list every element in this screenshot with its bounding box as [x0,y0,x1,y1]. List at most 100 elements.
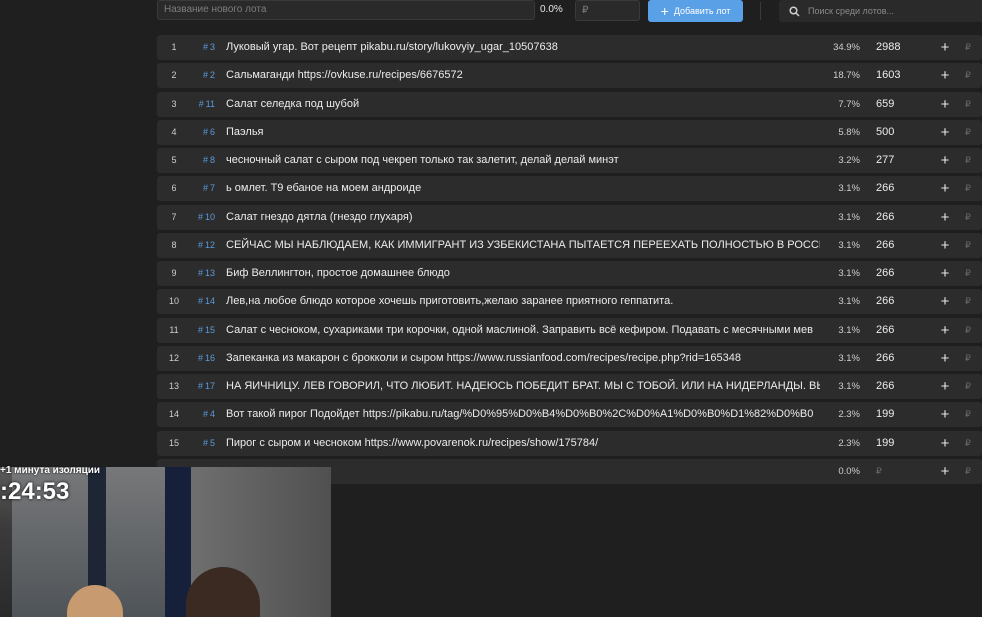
lot-number: 13 [168,381,179,391]
lot-sum: 1603 [876,69,901,82]
lot-row: 3 #11 Салат селедка под шубой 7.7% 659 + ₽ [157,91,982,117]
ruble-icon: ₽ [965,465,971,476]
lot-percent: 3.1% [838,211,860,223]
lot-id-value: 15 [204,324,215,335]
add-bid-button[interactable]: + [938,92,952,117]
lot-id-value: 14 [204,296,215,307]
lot-title[interactable]: Луковый угар. Вот рецепт pikabu.ru/story… [226,35,820,60]
ruble-icon: ₽ [965,352,971,363]
divider [760,2,761,20]
add-bid-button[interactable]: + [938,431,952,456]
lot-title[interactable]: чесночный салат с сыром под чекреп тольк… [226,148,820,173]
lot-sum: 266 [876,238,895,251]
add-bid-button[interactable]: + [938,289,952,314]
add-bid-button[interactable]: + [938,63,952,88]
ruble-icon: ₽ [965,437,971,448]
add-lot-button[interactable]: + Добавить лот [648,0,743,22]
lot-row: 15 #5 Пирог с сыром и чесноком https://www… [157,430,982,456]
lot-id[interactable]: #8 [189,153,215,168]
lot-id[interactable]: #12 [189,238,215,253]
lot-id[interactable]: #10 [189,210,215,225]
add-bid-button[interactable]: + [938,35,952,60]
lot-id[interactable]: #15 [189,323,215,338]
lot-title[interactable]: Салат селедка под шубой [226,92,820,117]
new-lot-price-input[interactable] [575,0,640,21]
lot-id[interactable]: #2 [189,68,215,83]
add-bid-button[interactable]: + [938,120,952,145]
lot-percent: 3.1% [838,268,860,279]
search-input[interactable] [806,5,970,17]
add-bid-button[interactable]: + [938,318,952,343]
lot-id[interactable]: #3 [189,40,215,55]
lot-percent: 3.1% [838,183,860,195]
lot-row: 5 #8 чесночный салат с сыром под чекреп то… [157,148,982,173]
lot-id[interactable]: #11 [189,97,215,112]
lot-id-value: 16 [204,352,215,363]
search-icon [789,5,800,17]
hash-icon: # [197,352,203,363]
lot-title[interactable]: Пирог с сыром и чесноком https://www.pov… [226,431,820,456]
hash-icon: # [197,381,203,391]
hash-icon: # [202,183,208,194]
lot-title[interactable]: Лев,на любое блюдо которое хочешь пригот… [226,289,820,314]
lot-row: 2 #2 Сальмаганди https://ovkuse.ru/recipes… [157,63,982,89]
lot-title[interactable]: Салат гнездо дятла (гнездо глухаря) [226,205,820,230]
lot-number: 12 [168,352,179,363]
add-bid-button[interactable]: + [938,148,952,173]
lot-id[interactable]: #4 [189,407,215,422]
add-bid-button[interactable]: + [938,205,952,230]
ruble-icon: ₽ [965,70,971,81]
lot-sum: 266 [876,295,895,308]
lot-row: 14 #4 Вот такой пирог Подойдет https://pik… [157,402,982,428]
lot-title[interactable]: Биф Веллингтон, простое домашнее блюдо [226,261,820,286]
lot-id[interactable]: #17 [189,379,215,394]
ruble-icon: ₽ [965,239,971,250]
lot-id-value: 10 [204,211,215,222]
ruble-icon: ₽ [965,381,971,391]
lot-id[interactable]: #14 [189,294,215,309]
new-lot-name-input[interactable] [157,0,535,20]
lot-percent: 18.7% [833,70,860,82]
lot-id[interactable]: #16 [189,351,215,366]
add-bid-button[interactable]: + [938,346,952,371]
add-lot-label: Добавить лот [673,6,731,16]
lot-id[interactable]: #5 [189,436,215,451]
hash-icon: # [197,324,203,335]
lot-title[interactable]: Паэлья [226,120,820,145]
lot-id-value: 11 [205,98,215,109]
lot-number: 2 [171,70,177,81]
lot-title[interactable]: Запеканка из макарон с брокколи и сыром … [226,346,820,371]
search-box[interactable] [779,0,982,22]
lot-percent: 3.1% [838,352,860,364]
add-bid-button[interactable]: + [938,374,952,399]
add-bid-button[interactable]: + [938,176,952,201]
lot-row: 12 #16 Запеканка из макарон с брокколи и с… [157,345,982,371]
lot-number: 6 [171,183,177,194]
lot-percent: 5.8% [838,126,860,138]
add-bid-button[interactable]: + [938,459,952,484]
lot-id[interactable]: #7 [189,181,215,196]
ruble-icon: ₽ [965,211,971,222]
lot-title[interactable]: Салат с чесноком, сухариками три корочки… [226,318,820,343]
hash-icon: # [202,126,208,137]
ruble-icon: ₽ [965,296,971,307]
lot-id-value: 17 [204,381,215,391]
ruble-icon: ₽ [965,126,971,137]
lot-title[interactable]: СЕЙЧАС МЫ НАБЛЮДАЕМ, КАК ИММИГРАНТ ИЗ УЗ… [226,233,820,258]
lot-number: 9 [171,268,177,278]
lot-title[interactable]: НА ЯИЧНИЦУ. ЛЕВ ГОВОРИЛ, ЧТО ЛЮБИТ. НАДЕ… [226,374,820,399]
lot-id-value: 3 [209,42,215,52]
lot-title[interactable]: Сальмаганди https://ovkuse.ru/recipes/66… [226,63,820,88]
add-bid-button[interactable]: + [938,402,952,427]
timer: :24:53 [0,478,70,505]
hash-icon: # [202,155,208,165]
hash-icon: # [202,70,208,81]
lot-row: 6 #7 ь омлет. Т9 ебаное на моем андроиде 3.… [157,176,982,202]
lot-id[interactable]: #13 [189,266,215,281]
add-bid-button[interactable]: + [938,233,952,258]
lot-title[interactable]: Вот такой пирог Подойдет https://pikabu.… [226,402,820,427]
lot-title[interactable]: ь омлет. Т9 ебаное на моем андроиде [226,176,820,201]
lot-sum: ₽ [876,465,882,476]
add-bid-button[interactable]: + [938,261,952,286]
lot-id[interactable]: #6 [189,125,215,140]
